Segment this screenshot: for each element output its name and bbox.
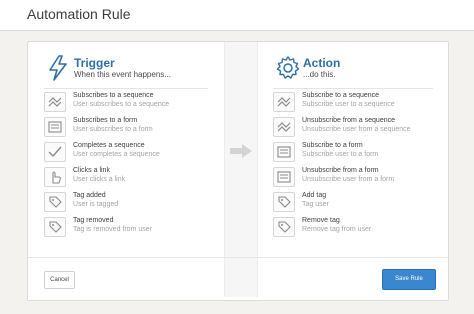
gear-icon	[276, 56, 300, 79]
flow-divider	[224, 42, 258, 297]
rule-card: Trigger When this event happens... Subsc…	[27, 41, 449, 301]
divider	[44, 88, 208, 89]
save-rule-button[interactable]: Save Rule	[382, 269, 436, 290]
item-subtitle: User subscribes to a form	[73, 126, 153, 133]
divider	[273, 88, 433, 89]
item-title: Completes a sequence	[73, 142, 145, 149]
sequence-icon	[273, 92, 295, 112]
form-icon	[273, 167, 295, 187]
lightning-icon	[49, 55, 67, 81]
item-subtitle: Tag is removed from user	[73, 226, 152, 233]
item-title: Clicks a link	[73, 167, 110, 174]
action-subtitle: ...do this.	[303, 70, 336, 79]
item-title: Remove tag	[302, 217, 340, 224]
item-subtitle: User subscribes to a sequence	[73, 101, 170, 108]
trigger-subtitle: When this event happens...	[74, 70, 171, 79]
item-title: Subscribe to a sequence	[302, 92, 380, 99]
action-column: Action ...do this. Subscribe to a sequen…	[257, 42, 448, 297]
tag-icon	[273, 217, 295, 237]
arrow-right-icon	[230, 144, 252, 158]
item-title: Unsubscribe from a form	[302, 167, 379, 174]
item-title: Subscribes to a form	[73, 117, 138, 124]
form-icon	[273, 142, 295, 162]
sequence-icon	[273, 117, 295, 137]
item-title: Tag removed	[73, 217, 114, 224]
item-subtitle: User is tagged	[73, 201, 119, 208]
page-title: Automation Rule	[27, 6, 131, 22]
trigger-column: Trigger When this event happens... Subsc…	[28, 42, 224, 297]
action-title: Action	[303, 56, 341, 70]
title-bar: Automation Rule	[0, 0, 474, 31]
tag-icon	[44, 192, 66, 212]
item-subtitle: Subscribe user to a sequence	[302, 101, 395, 108]
item-subtitle: Unsubscribe user from a sequence	[302, 126, 411, 133]
item-subtitle: Unsubscribe user from a form	[302, 176, 395, 183]
item-subtitle: Subscribe user to a form	[302, 151, 379, 158]
item-title: Subscribe to a form	[302, 142, 363, 149]
item-subtitle: User clicks a link	[73, 176, 126, 183]
item-subtitle: Tag user	[302, 201, 329, 208]
cancel-button[interactable]: Cancel	[44, 271, 75, 289]
item-title: Subscribes to a sequence	[73, 92, 154, 99]
pointer-hand-icon	[44, 167, 66, 187]
footer-divider	[28, 257, 448, 258]
checkmark-icon	[44, 142, 66, 162]
item-title: Unsubscribe from a sequence	[302, 117, 395, 124]
tag-icon	[44, 217, 66, 237]
tag-icon	[273, 192, 295, 212]
item-title: Tag added	[73, 192, 106, 199]
item-subtitle: Remove tag from user	[302, 226, 372, 233]
item-title: Add tag	[302, 192, 327, 199]
item-subtitle: User completes a sequence	[73, 151, 160, 158]
form-icon	[44, 117, 66, 137]
trigger-title: Trigger	[74, 56, 115, 70]
sequence-icon	[44, 92, 66, 112]
